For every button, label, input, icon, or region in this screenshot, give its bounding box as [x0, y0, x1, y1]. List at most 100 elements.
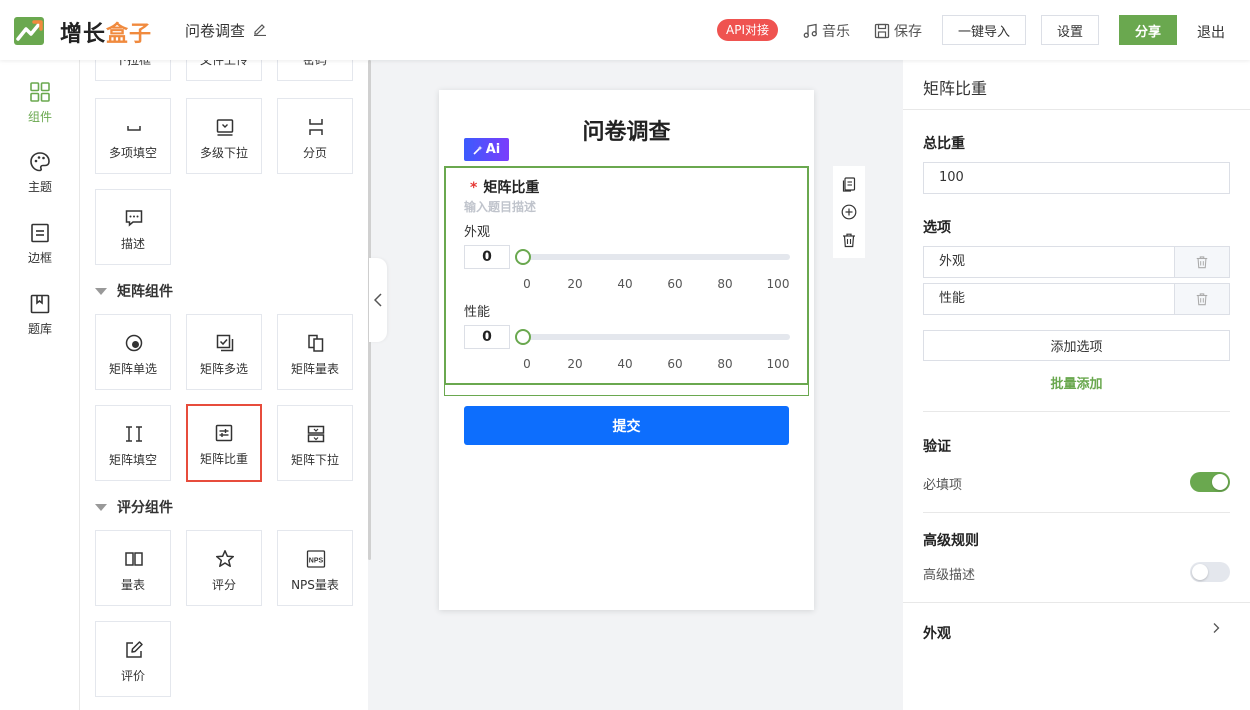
- section-title: 矩阵组件: [117, 284, 173, 300]
- rail-item-library[interactable]: 题库: [0, 292, 80, 337]
- required-asterisk: *: [470, 180, 478, 196]
- rail-item-theme[interactable]: 主题: [0, 150, 80, 195]
- rail-item-components[interactable]: 组件: [0, 80, 80, 125]
- slider-tick: 100: [766, 277, 790, 291]
- settings-button[interactable]: 设置: [1041, 15, 1099, 45]
- palette-icon: [30, 152, 50, 172]
- delete-option-button[interactable]: [1175, 283, 1230, 315]
- weight-slider-track[interactable]: [518, 254, 790, 260]
- required-toggle[interactable]: [1190, 472, 1230, 492]
- copy-icon[interactable]: [841, 176, 857, 192]
- divider: [903, 602, 1250, 603]
- tile-label: 下拉框: [114, 60, 151, 67]
- question-title-text: 矩阵比重: [483, 180, 540, 196]
- component-tile-matrix-weight[interactable]: 矩阵比重: [186, 404, 262, 482]
- survey-title: 问卷调查: [185, 22, 246, 40]
- appearance-section-label[interactable]: 外观: [923, 623, 951, 643]
- add-option-button[interactable]: 添加选项: [923, 330, 1230, 361]
- two-columns-icon: [125, 552, 143, 566]
- batch-add-link[interactable]: 批量添加: [903, 373, 1250, 392]
- tile-label: 分页: [302, 146, 327, 160]
- radio-target-icon: [125, 334, 143, 352]
- chevron-right-icon[interactable]: [1210, 622, 1222, 634]
- component-tile-password[interactable]: 密码: [277, 60, 353, 81]
- tile-label: 矩阵单选: [108, 362, 157, 376]
- submit-button[interactable]: 提交: [464, 406, 789, 445]
- left-nav-rail: 组件 主题 边框 题库: [0, 60, 80, 710]
- matrix-weight-question[interactable]: * 矩阵比重 输入题目描述 外观 0 0 20 40 60 80 100 性能 0…: [444, 166, 809, 385]
- component-tile-pagination[interactable]: 分页: [277, 98, 353, 174]
- save-button[interactable]: 保存: [874, 21, 922, 41]
- component-tile-dropdown[interactable]: 下拉框: [95, 60, 171, 81]
- component-tile-description[interactable]: 描述: [95, 189, 171, 265]
- total-weight-label: 总比重: [923, 136, 965, 152]
- slider-tick: 60: [667, 357, 683, 371]
- slider-tick: 80: [717, 357, 733, 371]
- component-tile-matrix-single[interactable]: 矩阵单选: [95, 314, 171, 390]
- stacked-dropdown-icon: [307, 425, 325, 443]
- option-input-appearance[interactable]: 外观: [923, 246, 1175, 278]
- section-header-matrix[interactable]: 矩阵组件: [95, 281, 173, 301]
- weight-value-performance[interactable]: 0: [464, 325, 510, 349]
- component-tile-rating[interactable]: 评分: [186, 530, 262, 606]
- rail-item-border[interactable]: 边框: [0, 221, 80, 266]
- top-header: 增长盒子 问卷调查 API对接 音乐 保存 一键导入 设置 分享 退出: [0, 0, 1250, 60]
- slider-tick: 0: [523, 357, 531, 371]
- weight-slider-knob[interactable]: [515, 249, 531, 265]
- component-tile-evaluate[interactable]: 评价: [95, 621, 171, 697]
- weight-slider-knob[interactable]: [515, 329, 531, 345]
- trash-icon[interactable]: [841, 232, 857, 248]
- component-tile-matrix-multi[interactable]: 矩阵多选: [186, 314, 262, 390]
- rail-label: 边框: [27, 251, 52, 265]
- slider-tick: 20: [567, 357, 583, 371]
- component-palette: 下拉框 文件上传 密码 多项填空 多级下拉 分页 描述 矩阵组件 矩阵单选 矩阵…: [80, 60, 368, 710]
- logout-link[interactable]: 退出: [1197, 22, 1225, 42]
- tile-label: 矩阵下拉: [290, 453, 339, 467]
- api-integration-badge[interactable]: API对接: [717, 19, 778, 41]
- slider-tick: 40: [617, 277, 633, 291]
- question-description-placeholder[interactable]: 输入题目描述: [464, 198, 536, 215]
- text-cursor-icon: [126, 426, 142, 442]
- weight-value-appearance[interactable]: 0: [464, 245, 510, 269]
- rail-label: 题库: [27, 322, 52, 336]
- slider-tick: 100: [766, 357, 790, 371]
- slider-tick: 80: [717, 277, 733, 291]
- share-button[interactable]: 分享: [1119, 15, 1177, 45]
- component-tile-matrix-dropdown[interactable]: 矩阵下拉: [277, 405, 353, 481]
- chevron-left-icon: [374, 293, 382, 307]
- delete-option-button[interactable]: [1175, 246, 1230, 278]
- question-drop-zone: [444, 385, 809, 396]
- component-tile-scale[interactable]: 量表: [95, 530, 171, 606]
- nps-icon: NPS: [306, 550, 326, 568]
- edit-pen-icon: [126, 641, 143, 658]
- music-button[interactable]: 音乐: [802, 21, 850, 41]
- floppy-disk-icon: [874, 23, 890, 39]
- divider: [903, 109, 1250, 110]
- brand-name: 增长盒子: [60, 22, 153, 47]
- component-tile-multi-fill[interactable]: 多项填空: [95, 98, 171, 174]
- edit-title-icon[interactable]: [253, 22, 267, 36]
- question-title[interactable]: * 矩阵比重: [470, 177, 539, 197]
- trash-icon: [1196, 256, 1208, 269]
- component-tile-matrix-scale[interactable]: 矩阵量表: [277, 314, 353, 390]
- tile-label: 量表: [120, 578, 145, 592]
- collapse-triangle-icon: [95, 503, 107, 511]
- section-header-rating[interactable]: 评分组件: [95, 497, 173, 517]
- one-click-import-button[interactable]: 一键导入: [942, 15, 1026, 45]
- advanced-description-label: 高级描述: [923, 568, 976, 583]
- rail-label: 主题: [27, 180, 52, 194]
- add-circle-icon[interactable]: [841, 204, 857, 220]
- library-icon: [30, 294, 50, 314]
- total-weight-input[interactable]: 100: [923, 162, 1230, 194]
- component-tile-nps[interactable]: NPS NPS量表: [277, 530, 353, 606]
- advanced-description-toggle[interactable]: [1190, 562, 1230, 582]
- component-tile-cascade-dropdown[interactable]: 多级下拉: [186, 98, 262, 174]
- component-tile-matrix-fill[interactable]: 矩阵填空: [95, 405, 171, 481]
- option-input-performance[interactable]: 性能: [923, 283, 1175, 315]
- weight-slider-track[interactable]: [518, 334, 790, 340]
- component-tile-file-upload[interactable]: 文件上传: [186, 60, 262, 81]
- star-icon: [215, 550, 235, 568]
- collapse-palette-handle[interactable]: [369, 258, 387, 342]
- ai-badge[interactable]: Ai: [464, 138, 509, 161]
- slider-tick: 40: [617, 357, 633, 371]
